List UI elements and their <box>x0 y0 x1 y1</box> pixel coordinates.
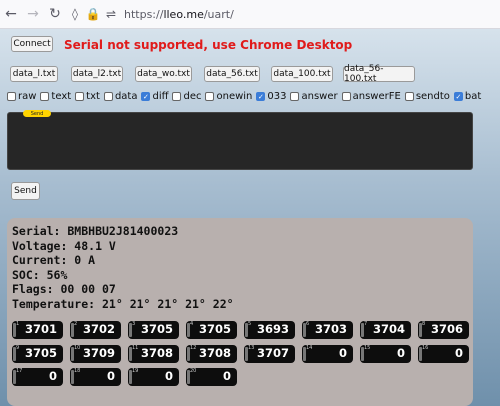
checkbox-box[interactable] <box>290 91 300 101</box>
battery-info: Serial: BMBHBU2J81400023 Voltage: 48.1 V… <box>12 224 234 311</box>
cell-voltage: 14 0 <box>302 345 353 363</box>
address-bar[interactable]: https://lleo.me/uart/ <box>124 8 234 21</box>
current-text: Current: 0 A <box>12 253 96 267</box>
cell-voltage: 7 3704 <box>360 321 411 339</box>
checkbox-box[interactable] <box>205 91 215 101</box>
checkbox-box[interactable] <box>103 91 113 101</box>
file-button-data-100[interactable]: data_100.txt <box>271 66 333 82</box>
checkbox-onewin[interactable]: onewin <box>205 91 252 102</box>
file-button-data-56[interactable]: data_56.txt <box>204 66 260 82</box>
checkbox-box-checked[interactable]: ✓ <box>453 91 463 101</box>
url-host: lleo.me <box>163 7 204 21</box>
cell-voltage: 15 0 <box>360 345 411 363</box>
terminal-send-button[interactable]: Send <box>23 110 51 117</box>
cell-voltage: 9 3705 <box>12 345 63 363</box>
checkbox-raw[interactable]: raw <box>7 91 36 102</box>
temperature-text: Temperature: 21° 21° 21° 21° 22° <box>12 296 234 311</box>
lock-icon[interactable]: 🔒 <box>84 7 102 21</box>
file-button-data-l2[interactable]: data_l2.txt <box>71 66 123 82</box>
cell-voltage: 6 3703 <box>302 321 353 339</box>
back-icon[interactable]: ← <box>0 6 22 22</box>
terminal-input[interactable] <box>7 112 473 170</box>
checkbox-text[interactable]: text <box>40 91 71 102</box>
url-prefix: https:// <box>124 7 164 21</box>
send-button[interactable]: Send <box>11 182 40 200</box>
checkbox-box-checked[interactable]: ✓ <box>141 91 151 101</box>
cell-voltage: 3 3705 <box>128 321 179 339</box>
file-button-data-l[interactable]: data_l.txt <box>10 66 58 82</box>
checkbox-box[interactable] <box>75 91 85 101</box>
cell-voltage: 5 3693 <box>244 321 295 339</box>
options-row: raw text txt data ✓ diff dec onewin ✓ 033 … <box>7 90 485 102</box>
cell-voltage: 20 0 <box>186 368 237 386</box>
checkbox-answer[interactable]: answer <box>290 91 338 102</box>
cell-voltage: 8 3706 <box>418 321 469 339</box>
forward-icon[interactable]: → <box>22 6 44 22</box>
url-path: /uart/ <box>203 7 234 21</box>
cell-voltage: 2 3702 <box>70 321 121 339</box>
checkbox-txt[interactable]: txt <box>75 91 100 102</box>
checkbox-box-checked[interactable]: ✓ <box>256 91 266 101</box>
checkbox-box[interactable] <box>172 91 182 101</box>
cell-voltage: 16 0 <box>418 345 469 363</box>
cell-voltage: 12 3708 <box>186 345 237 363</box>
cell-voltage: 1 3701 <box>12 321 63 339</box>
file-button-data-wo[interactable]: data_wo.txt <box>135 66 192 82</box>
cell-voltage: 18 0 <box>70 368 121 386</box>
checkbox-box[interactable] <box>404 91 414 101</box>
checkbox-dec[interactable]: dec <box>172 91 201 102</box>
browser-toolbar: ← → ↻ ◊ 🔒 ⇌ https://lleo.me/uart/ <box>0 0 500 29</box>
checkbox-sendto[interactable]: sendto <box>404 91 450 102</box>
cell-voltage: 19 0 <box>128 368 179 386</box>
serial-warning: Serial not supported, use Chrome Desktop <box>64 38 353 52</box>
reload-icon[interactable]: ↻ <box>44 6 66 22</box>
checkbox-diff[interactable]: ✓ diff <box>141 91 168 102</box>
file-button-data-56-100[interactable]: data_56-100.txt <box>343 64 415 84</box>
checkbox-answerfe[interactable]: answerFE <box>341 91 401 102</box>
permissions-icon[interactable]: ⇌ <box>102 7 120 21</box>
shield-icon[interactable]: ◊ <box>66 7 84 21</box>
cell-voltage: 13 3707 <box>244 345 295 363</box>
cell-voltage: 17 0 <box>12 368 63 386</box>
checkbox-bat[interactable]: ✓ bat <box>453 91 481 102</box>
checkbox-033[interactable]: ✓ 033 <box>256 91 286 102</box>
soc-text: SOC: 56% <box>12 267 68 282</box>
voltage-text: Voltage: 48.1 V <box>12 238 116 253</box>
cell-voltage: 4 3705 <box>186 321 237 339</box>
serial-text: Serial: BMBHBU2J81400023 <box>12 224 179 238</box>
cell-voltage: 11 3708 <box>128 345 179 363</box>
checkbox-box[interactable] <box>341 91 351 101</box>
checkbox-box[interactable] <box>40 91 50 101</box>
checkbox-data[interactable]: data <box>103 91 137 102</box>
checkbox-box[interactable] <box>7 91 16 101</box>
cell-voltage: 10 3709 <box>70 345 121 363</box>
flags-text: Flags: 00 00 07 <box>12 282 116 296</box>
connect-button[interactable]: Connect <box>11 36 53 52</box>
